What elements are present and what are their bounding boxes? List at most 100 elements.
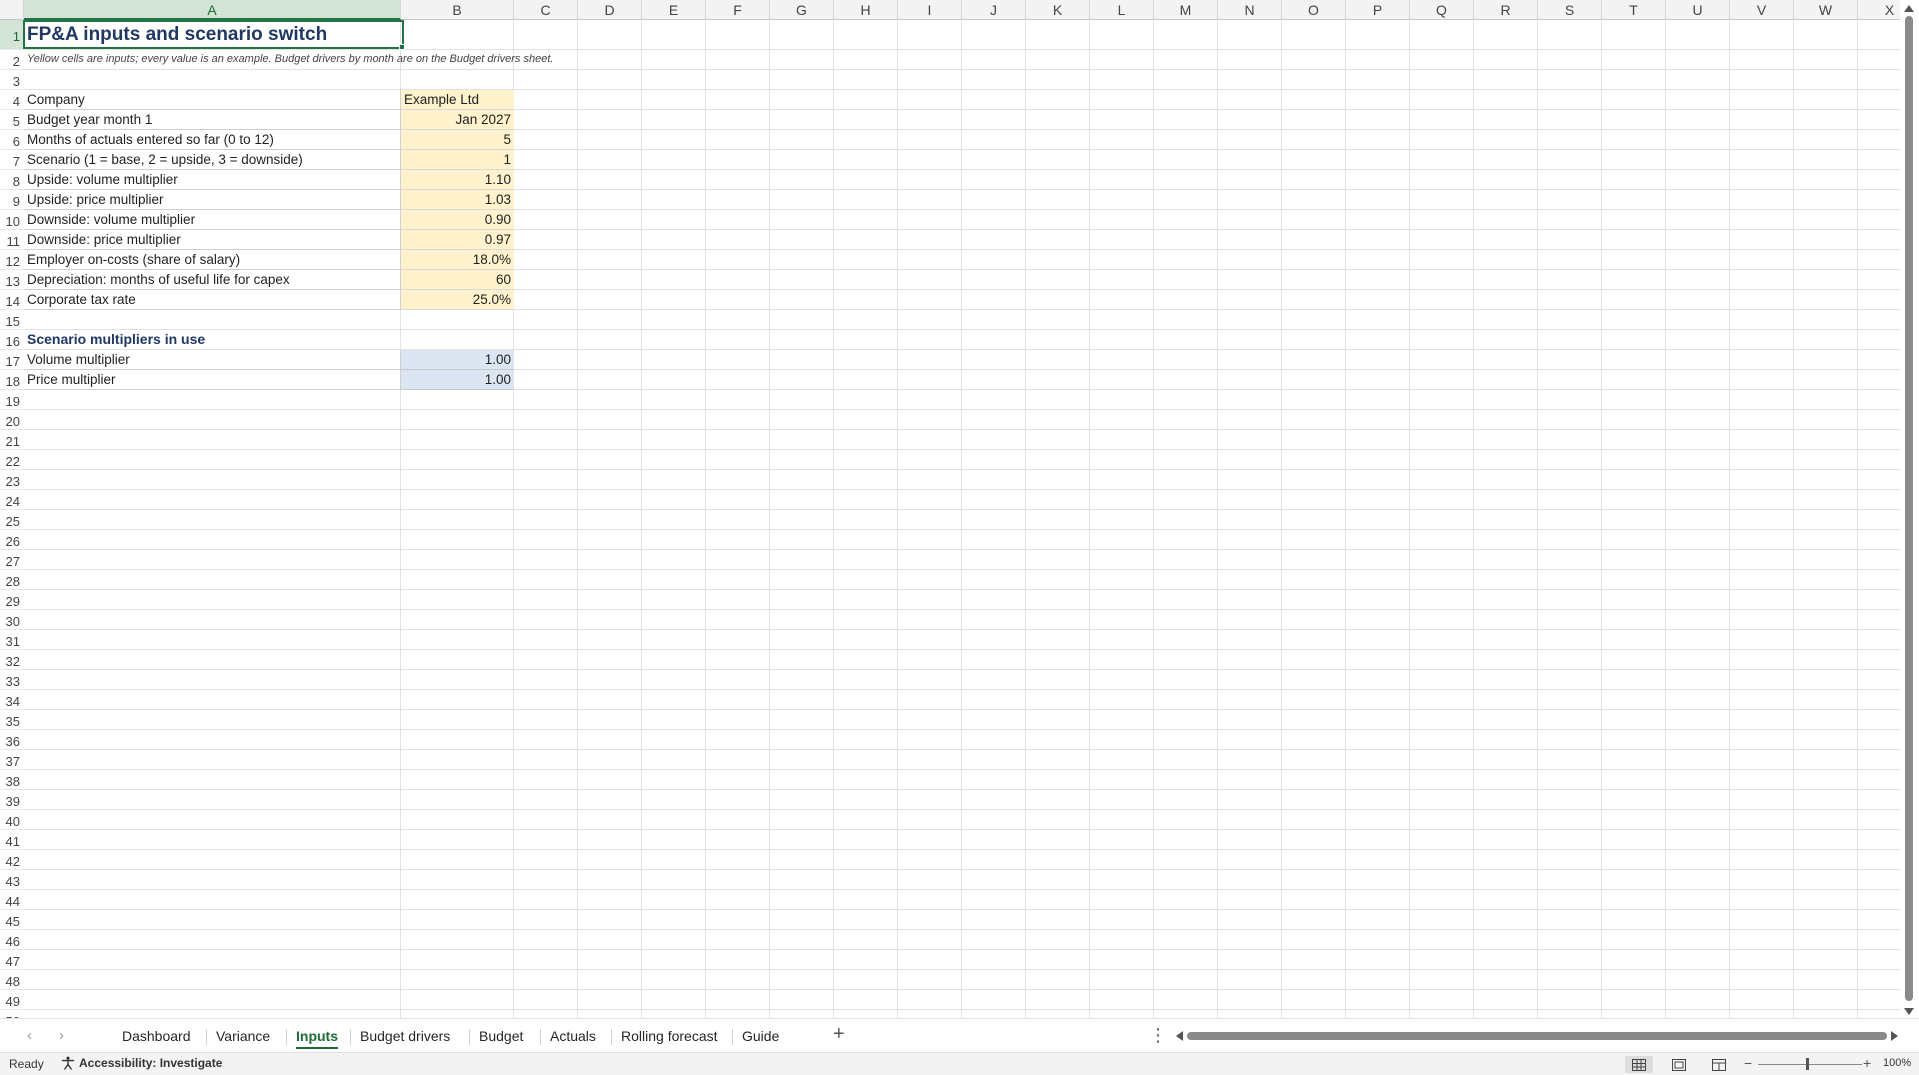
row-header[interactable]: 24 — [0, 490, 24, 510]
row-header[interactable]: 46 — [0, 930, 24, 950]
multiplier-value-cell[interactable]: 1.00 — [401, 370, 514, 390]
row-header[interactable]: 19 — [0, 390, 24, 410]
column-header[interactable]: Q — [1410, 0, 1474, 20]
select-all-corner[interactable] — [0, 0, 24, 20]
input-label[interactable]: Months of actuals entered so far (0 to 1… — [24, 130, 401, 150]
row-header[interactable]: 25 — [0, 510, 24, 530]
column-header[interactable]: N — [1218, 0, 1282, 20]
column-header[interactable]: P — [1346, 0, 1410, 20]
sheet-tab[interactable]: Budget drivers — [352, 1019, 458, 1053]
row-header[interactable]: 34 — [0, 690, 24, 710]
row-header[interactable]: 42 — [0, 850, 24, 870]
accessibility-status[interactable]: Accessibility: Investigate — [61, 1056, 222, 1070]
input-label[interactable]: Budget year month 1 — [24, 110, 401, 130]
column-header[interactable]: G — [770, 0, 834, 20]
input-label[interactable]: Company — [24, 90, 401, 110]
input-value-cell[interactable]: 0.90 — [401, 210, 514, 230]
zoom-slider-thumb[interactable] — [1806, 1058, 1809, 1070]
row-header[interactable]: 45 — [0, 910, 24, 930]
scroll-down-icon[interactable] — [1904, 1008, 1914, 1015]
column-header[interactable]: D — [578, 0, 642, 20]
scroll-right-icon[interactable] — [1891, 1031, 1898, 1041]
row-header[interactable]: 35 — [0, 710, 24, 730]
input-value-cell[interactable]: 18.0% — [401, 250, 514, 270]
page-break-view-button[interactable] — [1705, 1056, 1733, 1073]
column-header[interactable]: B — [401, 0, 514, 20]
row-header[interactable]: 37 — [0, 750, 24, 770]
row-header[interactable]: 48 — [0, 970, 24, 990]
row-header[interactable]: 28 — [0, 570, 24, 590]
row-header[interactable]: 49 — [0, 990, 24, 1010]
multiplier-label[interactable]: Price multiplier — [24, 370, 401, 390]
sheet-tab[interactable]: Dashboard — [114, 1019, 199, 1053]
input-label[interactable]: Downside: volume multiplier — [24, 210, 401, 230]
vertical-scroll-thumb[interactable] — [1905, 16, 1913, 1001]
row-header[interactable]: 14 — [0, 290, 24, 310]
zoom-out-button[interactable]: − — [1744, 1055, 1752, 1071]
row-header[interactable]: 33 — [0, 670, 24, 690]
row-header[interactable]: 39 — [0, 790, 24, 810]
column-header[interactable]: O — [1282, 0, 1346, 20]
input-label[interactable]: Scenario (1 = base, 2 = upside, 3 = down… — [24, 150, 401, 170]
input-value-cell[interactable]: Example Ltd — [401, 90, 514, 110]
zoom-slider[interactable] — [1758, 1064, 1862, 1065]
plus-icon[interactable]: + — [833, 1023, 845, 1046]
input-value-cell[interactable]: 1.03 — [401, 190, 514, 210]
row-header[interactable]: 5 — [0, 110, 24, 130]
row-header[interactable]: 40 — [0, 810, 24, 830]
row-header[interactable]: 13 — [0, 270, 24, 290]
column-header[interactable]: I — [898, 0, 962, 20]
horizontal-scrollbar[interactable] — [1176, 1031, 1902, 1041]
column-header[interactable]: L — [1090, 0, 1154, 20]
input-label[interactable]: Corporate tax rate — [24, 290, 401, 310]
input-value-cell[interactable]: Jan 2027 — [401, 110, 514, 130]
sheet-tab[interactable]: Rolling forecast — [613, 1019, 726, 1053]
row-header[interactable]: 21 — [0, 430, 24, 450]
input-label[interactable]: Upside: volume multiplier — [24, 170, 401, 190]
column-header[interactable]: J — [962, 0, 1026, 20]
section-heading[interactable]: Scenario multipliers in use — [24, 330, 401, 350]
column-header[interactable]: T — [1602, 0, 1666, 20]
column-header[interactable]: V — [1730, 0, 1794, 20]
zoom-level[interactable]: 100% — [1883, 1057, 1911, 1069]
row-header[interactable]: 6 — [0, 130, 24, 150]
column-header[interactable]: M — [1154, 0, 1218, 20]
row-header[interactable]: 29 — [0, 590, 24, 610]
sheet-tab[interactable]: Variance — [208, 1019, 278, 1053]
input-label[interactable]: Downside: price multiplier — [24, 230, 401, 250]
row-header[interactable]: 36 — [0, 730, 24, 750]
row-header[interactable]: 26 — [0, 530, 24, 550]
column-header[interactable]: A — [24, 0, 401, 20]
column-header[interactable]: K — [1026, 0, 1090, 20]
row-header[interactable]: 10 — [0, 210, 24, 230]
row-header[interactable]: 20 — [0, 410, 24, 430]
column-header[interactable]: R — [1474, 0, 1538, 20]
sheet-tab[interactable]: Budget — [471, 1019, 531, 1053]
more-vertical-icon[interactable]: ⋮ — [1149, 1025, 1167, 1046]
row-header[interactable]: 3 — [0, 70, 24, 90]
row-header[interactable]: 23 — [0, 470, 24, 490]
column-header[interactable]: E — [642, 0, 706, 20]
input-label[interactable]: Employer on-costs (share of salary) — [24, 250, 401, 270]
fill-handle[interactable] — [399, 44, 405, 50]
row-header[interactable]: 50 — [0, 1010, 24, 1018]
chevron-left-icon[interactable]: ‹ — [27, 1027, 32, 1044]
column-header[interactable]: H — [834, 0, 898, 20]
input-label[interactable]: Upside: price multiplier — [24, 190, 401, 210]
row-header[interactable]: 32 — [0, 650, 24, 670]
row-header[interactable]: 18 — [0, 370, 24, 390]
sheet-note[interactable]: Yellow cells are inputs; every value is … — [24, 50, 724, 70]
row-header[interactable]: 8 — [0, 170, 24, 190]
row-header[interactable]: 22 — [0, 450, 24, 470]
row-header[interactable]: 15 — [0, 310, 24, 330]
row-header[interactable]: 41 — [0, 830, 24, 850]
row-header[interactable]: 12 — [0, 250, 24, 270]
scroll-up-icon[interactable] — [1904, 5, 1914, 12]
column-header[interactable]: X — [1858, 0, 1900, 20]
column-header[interactable]: S — [1538, 0, 1602, 20]
chevron-right-icon[interactable]: › — [59, 1027, 64, 1044]
input-value-cell[interactable]: 1.10 — [401, 170, 514, 190]
sheet-tab[interactable]: Guide — [734, 1019, 787, 1053]
column-header[interactable]: C — [514, 0, 578, 20]
row-header[interactable]: 43 — [0, 870, 24, 890]
